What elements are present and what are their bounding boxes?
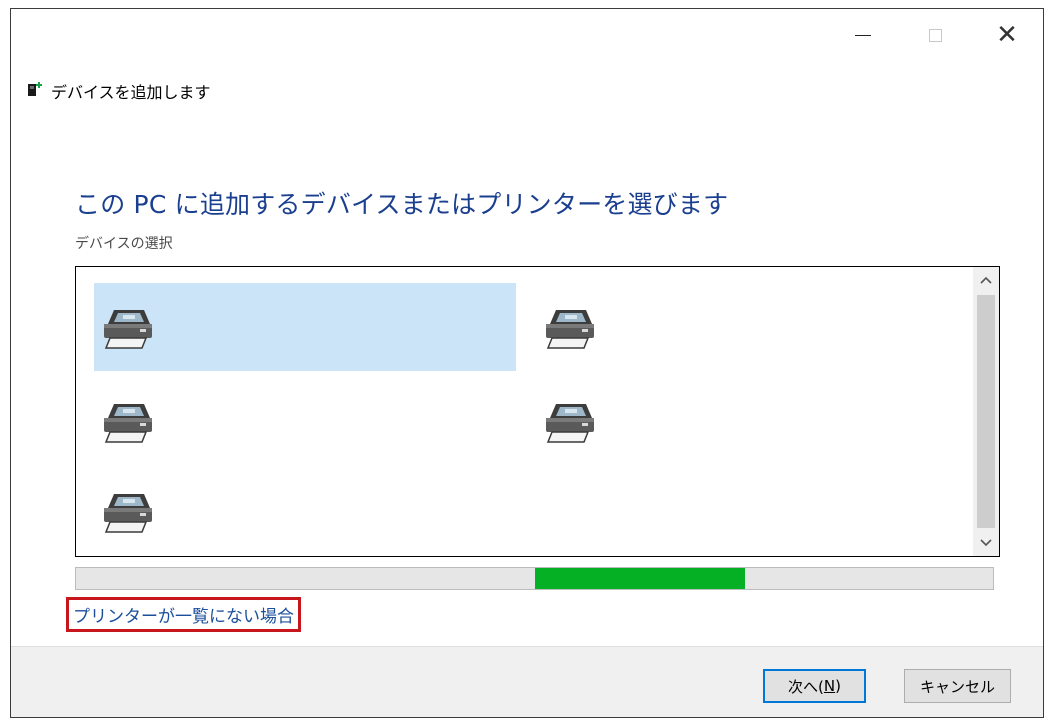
device-list[interactable] [75, 266, 1000, 557]
device-list-scrollbar[interactable] [973, 267, 999, 556]
printer-icon [104, 404, 152, 443]
next-button-label-close: ) [835, 677, 841, 695]
maximize-icon [928, 28, 942, 42]
dialog-footer: 次へ(N) キャンセル [11, 646, 1043, 717]
scroll-up-arrow[interactable] [973, 267, 999, 293]
window-title: デバイスを追加します [51, 83, 211, 102]
add-device-icon [28, 82, 42, 96]
scroll-thumb[interactable] [977, 295, 995, 528]
printer-icon [546, 310, 594, 349]
close-icon: ✕ [996, 20, 1018, 50]
title-bar: ✕ [11, 9, 1043, 61]
device-tile[interactable] [94, 377, 516, 465]
printer-icon [104, 310, 152, 349]
not-listed-link-highlight: プリンターが一覧にない場合 [66, 597, 301, 632]
printer-not-listed-link[interactable]: プリンターが一覧にない場合 [73, 607, 294, 627]
minimize-icon [855, 34, 871, 36]
page-heading: この PC に追加するデバイスまたはプリンターを選びます [75, 190, 729, 219]
chevron-down-icon [980, 539, 992, 547]
next-button-mnemonic: N [823, 677, 836, 695]
device-select-label: デバイスの選択 [75, 236, 173, 252]
printer-icon [104, 494, 152, 533]
device-tile[interactable] [536, 377, 958, 465]
minimize-button[interactable] [827, 9, 899, 61]
search-progress-bar [75, 567, 994, 590]
maximize-button[interactable] [899, 9, 971, 61]
close-button[interactable]: ✕ [971, 9, 1043, 61]
scroll-down-arrow[interactable] [973, 530, 999, 556]
device-tile[interactable] [536, 283, 958, 371]
chevron-up-icon [980, 276, 992, 284]
device-tile[interactable] [94, 467, 516, 555]
next-button[interactable]: 次へ(N) [763, 669, 866, 703]
cancel-button[interactable]: キャンセル [904, 669, 1011, 703]
add-device-window: ✕ デバイスを追加します この PC に追加するデバイスまたはプリンターを選びま… [10, 8, 1044, 718]
next-button-label: 次へ( [788, 677, 824, 696]
progress-fill [534, 568, 746, 589]
window-controls: ✕ [827, 9, 1043, 61]
printer-icon [546, 404, 594, 443]
device-tile[interactable] [94, 283, 516, 371]
